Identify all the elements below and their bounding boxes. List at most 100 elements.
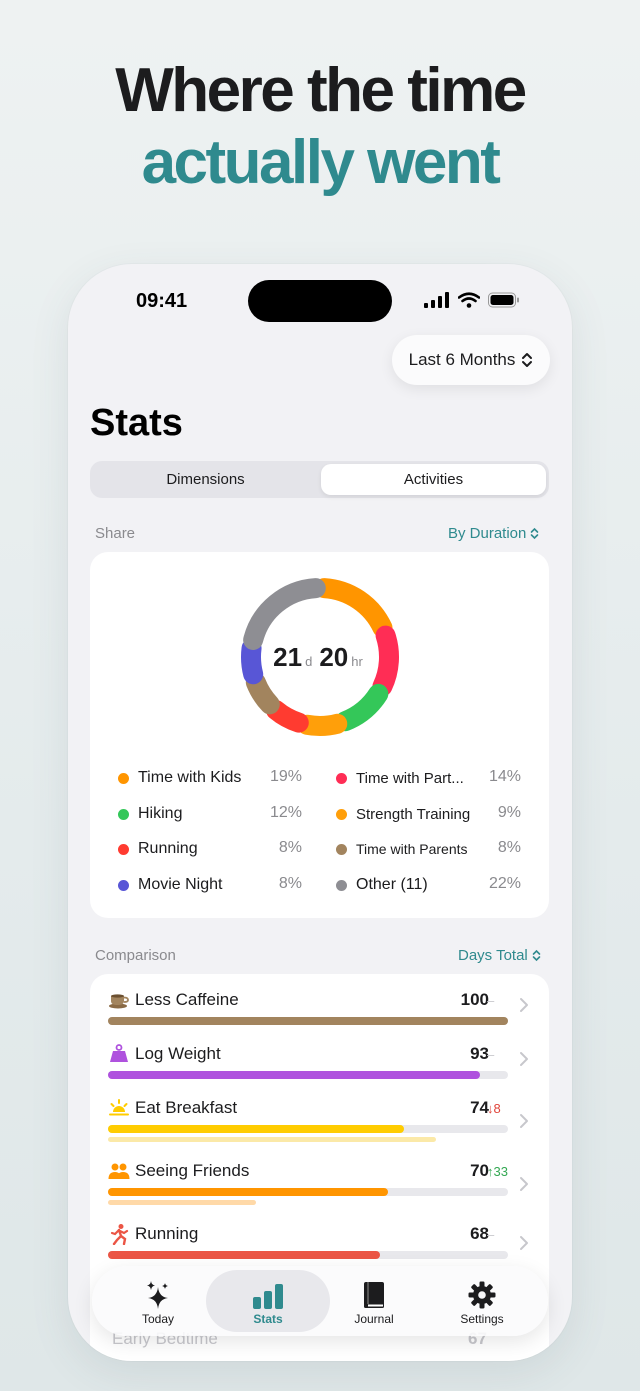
gear-icon: [468, 1281, 496, 1309]
dynamic-island: [248, 280, 392, 322]
legend-item: Running: [118, 839, 198, 859]
comparison-row[interactable]: Seeing Friends 70 ↑33: [90, 1160, 549, 1210]
row-name: Log Weight: [135, 1044, 221, 1063]
legend-name: Time with Part...: [356, 769, 464, 787]
chevron-right-icon: [520, 1114, 528, 1128]
status-time: 09:41: [136, 290, 188, 312]
sort-days-total-label: Days Total: [458, 947, 528, 964]
sort-by-duration-label: By Duration: [448, 525, 527, 542]
scale-weight-icon: [110, 1044, 128, 1062]
row-delta: –: [487, 993, 495, 1008]
share-section-label: Share: [95, 525, 136, 542]
previous-period-bar: [108, 1200, 256, 1205]
delta-value: 33: [493, 1164, 508, 1179]
legend-pct: 14%: [488, 768, 521, 785]
headline-line-2: actually went: [141, 128, 501, 197]
legend-name: Movie Night: [138, 876, 223, 893]
legend-name: Strength Training: [356, 805, 471, 823]
headline-line-1: Where the time: [115, 56, 527, 125]
sort-by-duration-button[interactable]: By Duration: [448, 525, 539, 542]
days-unit: d: [305, 654, 313, 669]
comparison-row[interactable]: Log Weight 93 –: [90, 1043, 549, 1083]
tab-today-label: Today: [141, 1312, 175, 1326]
coffee-cup-icon: [109, 994, 129, 1009]
chevron-up-down-icon: [531, 527, 539, 540]
running-figure-icon: [110, 1224, 129, 1245]
comparison-row[interactable]: Less Caffeine 100 –: [90, 989, 549, 1029]
legend-dot: [336, 879, 347, 891]
legend-item: Hiking: [118, 804, 182, 824]
legend-dot: [336, 843, 347, 855]
tab-journal-label: Journal: [354, 1312, 394, 1326]
chevron-right-icon: [520, 1236, 528, 1250]
sparkles-icon: [147, 1281, 168, 1309]
total-hours: 20: [319, 642, 349, 672]
status-icons: [424, 292, 520, 308]
legend-pct: 8%: [278, 839, 302, 856]
row-name: Running: [135, 1224, 199, 1243]
date-range-selector[interactable]: Last 6 Months: [392, 335, 550, 385]
legend-pct: 8%: [278, 875, 302, 892]
legend-dot: [118, 772, 129, 784]
previous-period-bar: [108, 1137, 436, 1142]
tab-today[interactable]: Today: [106, 1270, 210, 1332]
tab-settings[interactable]: Settings: [430, 1270, 534, 1332]
bar-track: [108, 1125, 508, 1133]
bar-fill: [108, 1188, 388, 1196]
chevron-up-down-icon: [522, 353, 533, 367]
row-value: 100: [460, 990, 489, 1009]
row-name: Seeing Friends: [135, 1161, 250, 1180]
wifi-icon: [458, 292, 480, 308]
legend-pct: 12%: [269, 804, 302, 821]
book-icon: [364, 1282, 384, 1308]
row-name: Less Caffeine: [135, 990, 239, 1009]
battery-icon: [488, 292, 519, 308]
total-days: 21: [273, 642, 303, 672]
tab-stats[interactable]: Stats: [206, 1270, 330, 1332]
comparison-section-label: Comparison: [95, 947, 176, 964]
legend-name: Running: [138, 840, 198, 857]
tab-journal[interactable]: Journal: [322, 1270, 426, 1332]
legend-item: Time with Part...: [336, 768, 464, 788]
dimensions-activities-segment: Dimensions Activities: [90, 461, 549, 498]
bar-fill: [108, 1251, 380, 1259]
legend-pct: 9%: [497, 804, 521, 821]
legend-name: Hiking: [138, 805, 183, 822]
date-range-label: Last 6 Months: [408, 350, 516, 369]
comparison-row[interactable]: Eat Breakfast 74 ↓8: [90, 1097, 549, 1147]
row-delta: ↓8: [487, 1101, 501, 1116]
legend-dot: [118, 808, 129, 820]
legend-item: Time with Parents: [336, 839, 468, 859]
bar-track: [108, 1251, 508, 1259]
row-delta: –: [487, 1227, 495, 1242]
chevron-up-down-icon: [532, 949, 541, 962]
legend-pct: 22%: [488, 875, 521, 892]
legend-pct: 19%: [269, 768, 302, 785]
tab-stats-label: Stats: [253, 1312, 283, 1326]
tab-settings-label: Settings: [460, 1312, 504, 1326]
legend-name: Other (11): [356, 876, 428, 893]
legend-dot: [336, 772, 347, 784]
cellular-signal-icon: [424, 292, 449, 308]
two-people-icon: [108, 1163, 130, 1179]
donut-total: 21 d 20 hr: [235, 572, 405, 742]
bar-track: [108, 1188, 508, 1196]
legend-item: Other (11): [336, 875, 428, 895]
hours-unit: hr: [351, 654, 363, 669]
bar-fill: [108, 1071, 480, 1079]
row-delta: –: [487, 1047, 495, 1062]
legend-name: Time with Kids: [138, 769, 242, 786]
bar-chart-icon: [253, 1284, 283, 1309]
phone-screen: 09:41 Last 6 Months Stats Dimensions Act…: [68, 264, 572, 1361]
segment-dimensions[interactable]: Dimensions: [93, 464, 318, 495]
share-card: 21 d 20 hr Time with Kids 19% Time with …: [90, 552, 549, 918]
legend-pct: 8%: [497, 839, 521, 856]
legend-item: Time with Kids: [118, 768, 241, 788]
legend-dot: [118, 843, 129, 855]
marketing-headline: Where the time actually went: [0, 55, 640, 199]
legend-item: Movie Night: [118, 875, 222, 895]
bar-fill: [108, 1125, 404, 1133]
segment-activities[interactable]: Activities: [321, 464, 546, 495]
sort-days-total-button[interactable]: Days Total: [458, 947, 541, 964]
row-name: Eat Breakfast: [135, 1098, 238, 1117]
